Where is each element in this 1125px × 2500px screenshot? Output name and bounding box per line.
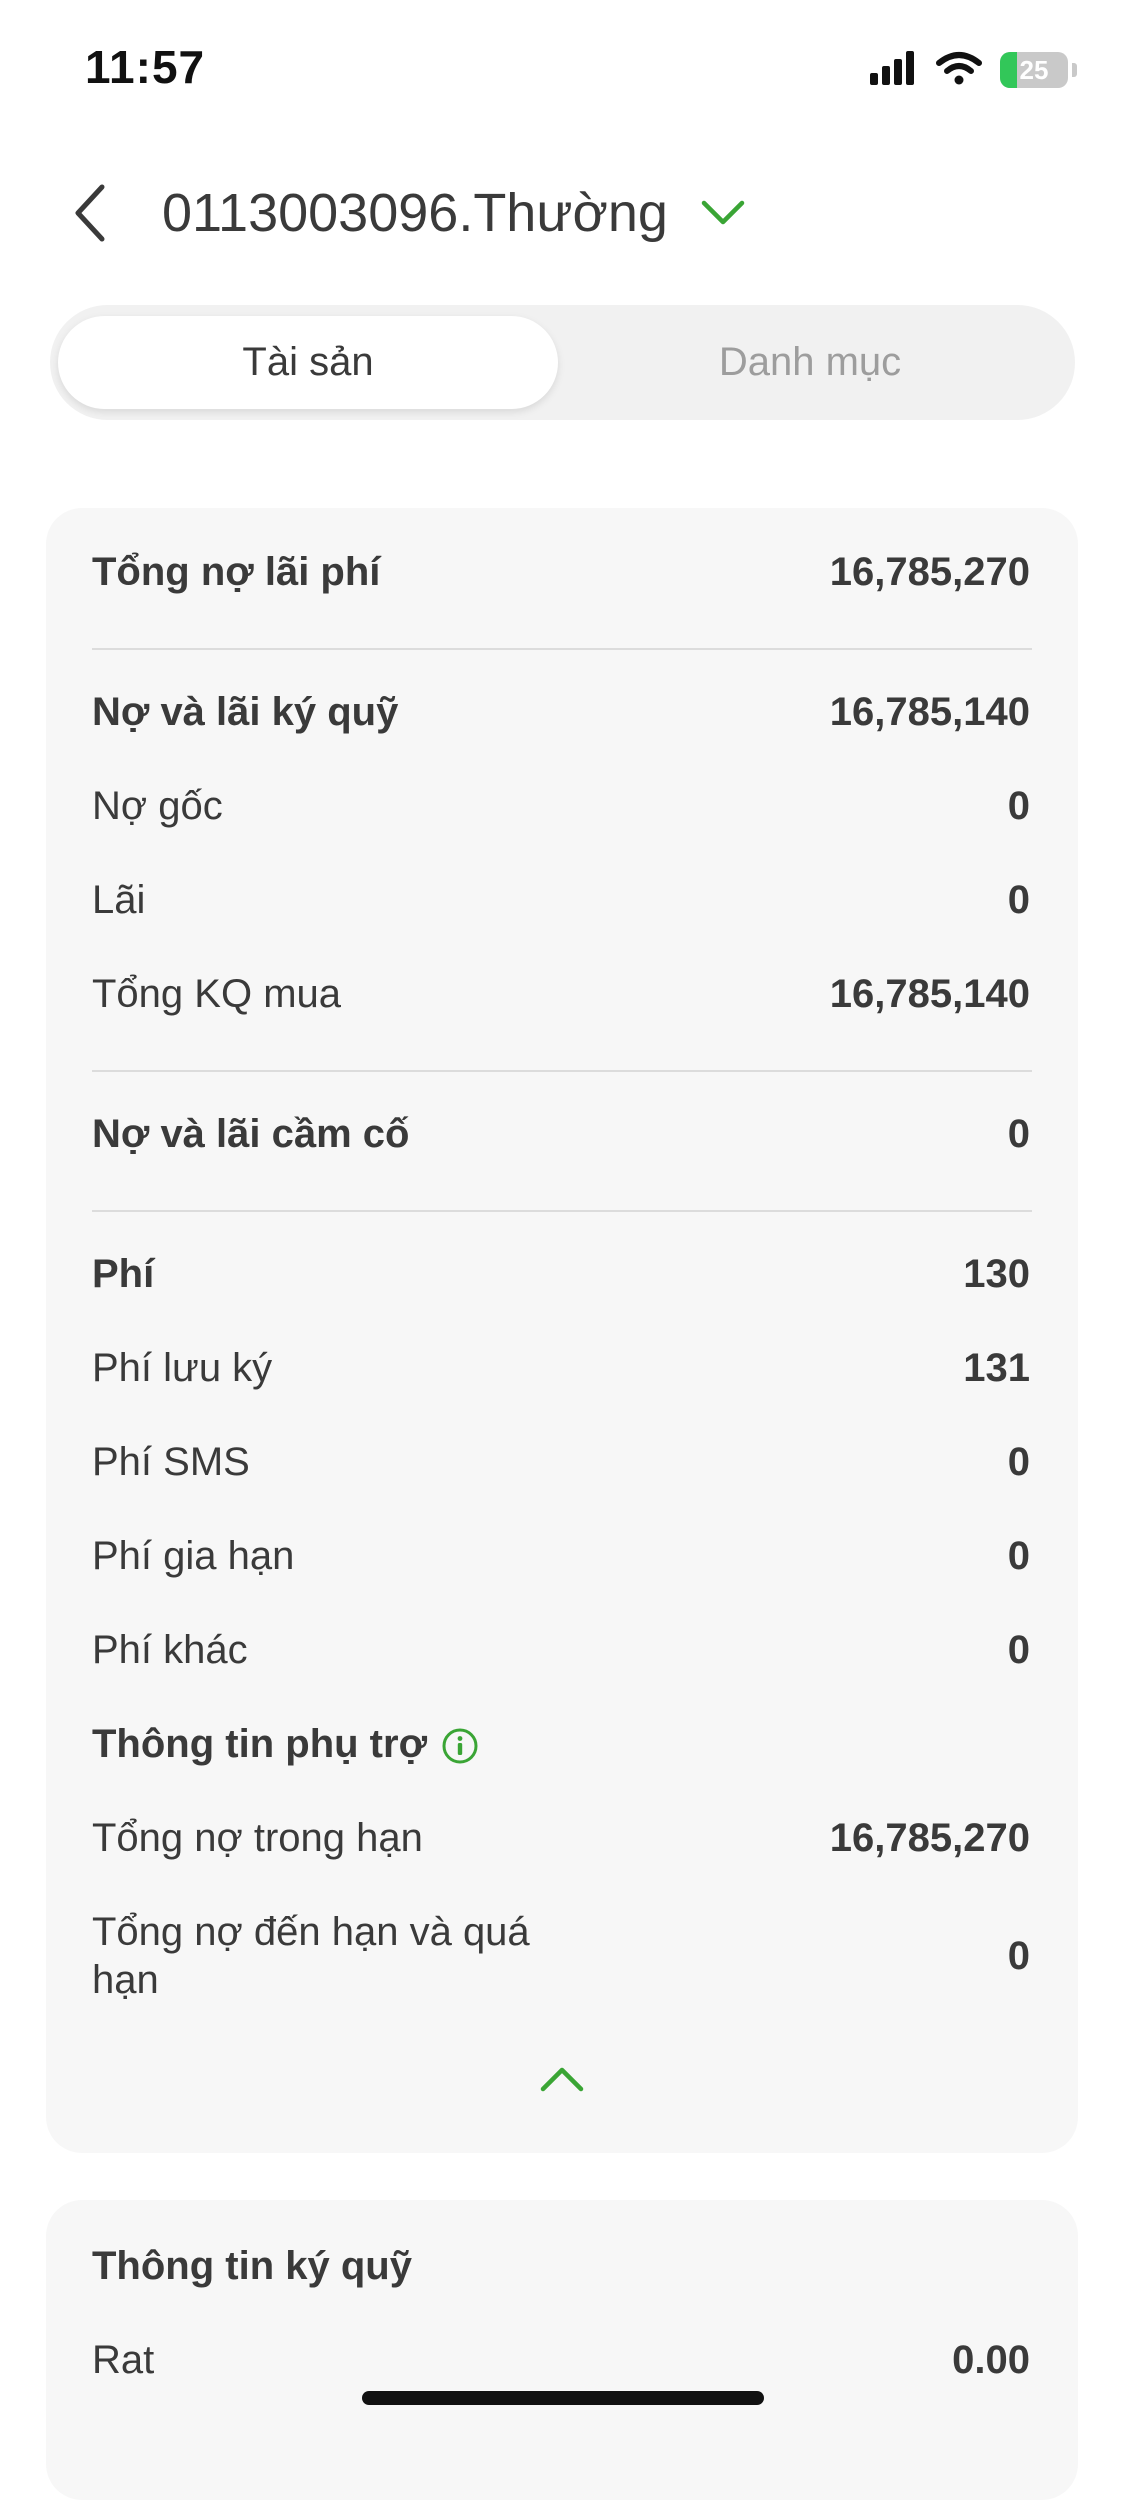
debt-in-term-row: Tổng nợ trong hạn 16,785,270: [92, 1816, 1030, 1861]
account-selector-label[interactable]: 0113003096.Thường: [162, 182, 668, 244]
tab-assets[interactable]: Tài sản: [58, 316, 558, 409]
rat-value: 0.00: [952, 2338, 1030, 2382]
debt-due-overdue-value: 0: [1007, 1933, 1030, 1978]
header: 0113003096.Thường: [0, 160, 1125, 270]
debt-due-overdue-label-line1: Tổng nợ đến hạn và quá: [92, 1910, 530, 1954]
tab-portfolio[interactable]: Danh mục: [560, 316, 1060, 409]
margin-info-title-row: Thông tin ký quỹ: [92, 2244, 1030, 2289]
divider: [92, 648, 1032, 650]
divider: [92, 1070, 1032, 1072]
battery-charging-icon: 25: [1000, 52, 1068, 88]
total-purchase-row: Tổng KQ mua 16,785,140: [92, 972, 1030, 1017]
status-bar: 11:57 25: [0, 0, 1125, 130]
custody-fee-value: 131: [963, 1346, 1030, 1390]
debt-summary-card: Tổng nợ lãi phí 16,785,270 Nợ và lãi ký …: [46, 508, 1078, 2153]
signal-icon: [870, 50, 918, 90]
battery-tip: [1072, 63, 1077, 77]
other-fee-row: Phí khác 0: [92, 1628, 1030, 1673]
total-debt-row: Tổng nợ lãi phí 16,785,270: [92, 550, 1030, 595]
extension-fee-label: Phí gia hạn: [92, 1534, 295, 1578]
pledge-debt-value: 0: [1007, 1112, 1030, 1156]
rat-label: Rat: [92, 2338, 155, 2382]
rat-row: Rat 0.00: [92, 2338, 1030, 2383]
fees-row: Phí 130: [92, 1252, 1030, 1297]
status-icons: 25: [870, 48, 1077, 92]
custody-fee-label: Phí lưu ký: [92, 1346, 273, 1390]
chevron-down-icon: [700, 199, 746, 232]
total-debt-label: Tổng nợ lãi phí: [92, 550, 381, 594]
sms-fee-label: Phí SMS: [92, 1440, 250, 1484]
home-indicator: [362, 2391, 764, 2405]
back-button[interactable]: [55, 180, 125, 250]
divider: [92, 1210, 1032, 1212]
extension-fee-row: Phí gia hạn 0: [92, 1534, 1030, 1579]
principal-label: Nợ gốc: [92, 784, 223, 828]
fees-label: Phí: [92, 1252, 155, 1296]
support-info-label: Thông tin phụ trợ: [92, 1722, 427, 1766]
margin-info-card: Thông tin ký quỹ Rat 0.00: [46, 2200, 1078, 2500]
debt-due-overdue-label-line2: hạn: [92, 1958, 159, 2002]
interest-label: Lãi: [92, 878, 146, 922]
other-fee-value: 0: [1007, 1628, 1030, 1672]
interest-row: Lãi 0: [92, 878, 1030, 923]
sms-fee-value: 0: [1007, 1440, 1030, 1484]
interest-value: 0: [1007, 878, 1030, 922]
margin-debt-value: 16,785,140: [829, 690, 1030, 734]
principal-row: Nợ gốc 0: [92, 784, 1030, 829]
account-dropdown-button[interactable]: [698, 190, 748, 240]
tab-switcher: Tài sản Danh mục: [50, 305, 1075, 420]
wifi-icon: [936, 51, 982, 90]
margin-debt-label: Nợ và lãi ký quỹ: [92, 690, 399, 734]
total-debt-value: 16,785,270: [829, 550, 1030, 594]
battery-level: 25: [1019, 54, 1049, 85]
fees-value: 130: [963, 1252, 1030, 1296]
pledge-debt-row: Nợ và lãi cầm cố 0: [92, 1112, 1030, 1157]
total-purchase-value: 16,785,140: [829, 972, 1030, 1016]
extension-fee-value: 0: [1007, 1534, 1030, 1578]
debt-in-term-value: 16,785,270: [829, 1816, 1030, 1860]
debt-due-overdue-row: Tổng nợ đến hạn và quá hạn 0: [92, 1908, 1030, 2004]
margin-debt-row: Nợ và lãi ký quỹ 16,785,140: [92, 690, 1030, 735]
sms-fee-row: Phí SMS 0: [92, 1440, 1030, 1485]
margin-info-title: Thông tin ký quỹ: [92, 2244, 412, 2288]
pledge-debt-label: Nợ và lãi cầm cố: [92, 1112, 410, 1156]
total-purchase-label: Tổng KQ mua: [92, 972, 342, 1016]
status-time: 11:57: [85, 41, 206, 93]
debt-in-term-label: Tổng nợ trong hạn: [92, 1816, 423, 1860]
collapse-button[interactable]: [532, 2056, 592, 2106]
principal-value: 0: [1007, 784, 1030, 828]
chevron-up-icon: [539, 2065, 585, 2098]
custody-fee-row: Phí lưu ký 131: [92, 1346, 1030, 1391]
other-fee-label: Phí khác: [92, 1628, 248, 1672]
chevron-left-icon: [70, 183, 110, 248]
info-icon[interactable]: [441, 1727, 479, 1765]
support-info-row: Thông tin phụ trợ: [92, 1722, 1030, 1767]
